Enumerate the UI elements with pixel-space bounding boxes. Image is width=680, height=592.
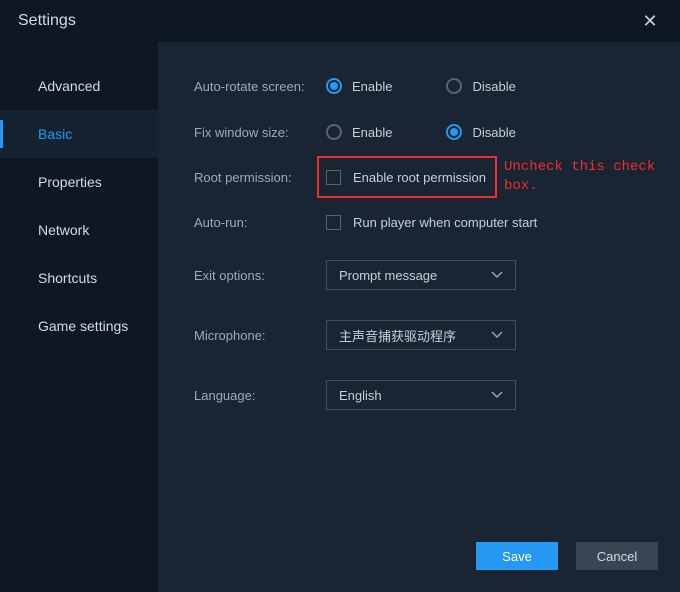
checkbox-auto-run[interactable]: Run player when computer start bbox=[326, 215, 537, 230]
row-fix-window: Fix window size: Enable Disable bbox=[194, 124, 680, 140]
close-icon: ✕ bbox=[642, 11, 657, 32]
label-auto-rotate: Auto-rotate screen: bbox=[194, 79, 326, 94]
cancel-button[interactable]: Cancel bbox=[576, 542, 658, 570]
radio-fix-window-enable[interactable]: Enable bbox=[326, 124, 392, 140]
sidebar-item-label: Network bbox=[38, 222, 89, 238]
select-microphone[interactable]: 主声音捕获驱动程序 bbox=[326, 320, 516, 350]
sidebar: Advanced Basic Properties Network Shortc… bbox=[0, 42, 158, 592]
select-value: 主声音捕获驱动程序 bbox=[339, 326, 456, 345]
titlebar: Settings ✕ bbox=[0, 0, 680, 42]
row-exit-options: Exit options: Prompt message bbox=[194, 260, 680, 290]
sidebar-item-game-settings[interactable]: Game settings bbox=[0, 302, 158, 350]
sidebar-item-label: Basic bbox=[38, 126, 72, 142]
label-root-permission: Root permission: bbox=[194, 170, 326, 185]
sidebar-item-basic[interactable]: Basic bbox=[0, 110, 158, 158]
radio-icon bbox=[326, 124, 342, 140]
checkbox-label: Enable root permission bbox=[353, 170, 486, 185]
radio-label: Disable bbox=[472, 125, 515, 140]
label-fix-window: Fix window size: bbox=[194, 125, 326, 140]
close-button[interactable]: ✕ bbox=[638, 9, 662, 33]
sidebar-item-label: Game settings bbox=[38, 318, 128, 334]
save-button[interactable]: Save bbox=[476, 542, 558, 570]
button-label: Save bbox=[502, 549, 532, 564]
row-root-permission: Root permission: Enable root permission … bbox=[194, 170, 680, 185]
footer-buttons: Save Cancel bbox=[476, 542, 658, 570]
window-title: Settings bbox=[18, 12, 76, 30]
row-auto-rotate: Auto-rotate screen: Enable Disable bbox=[194, 78, 680, 94]
checkbox-icon bbox=[326, 215, 341, 230]
radio-icon bbox=[326, 78, 342, 94]
sidebar-item-advanced[interactable]: Advanced bbox=[0, 62, 158, 110]
chevron-down-icon bbox=[491, 269, 503, 281]
label-language: Language: bbox=[194, 388, 326, 403]
row-auto-run: Auto-run: Run player when computer start bbox=[194, 215, 680, 230]
radio-group-auto-rotate: Enable Disable bbox=[326, 78, 516, 94]
radio-auto-rotate-disable[interactable]: Disable bbox=[446, 78, 515, 94]
radio-label: Enable bbox=[352, 79, 392, 94]
sidebar-item-properties[interactable]: Properties bbox=[0, 158, 158, 206]
annotation-text: Uncheck this check box. bbox=[504, 158, 674, 196]
row-language: Language: English bbox=[194, 380, 680, 410]
row-microphone: Microphone: 主声音捕获驱动程序 bbox=[194, 320, 680, 350]
sidebar-item-label: Properties bbox=[38, 174, 102, 190]
sidebar-item-shortcuts[interactable]: Shortcuts bbox=[0, 254, 158, 302]
radio-icon bbox=[446, 124, 462, 140]
chevron-down-icon bbox=[491, 389, 503, 401]
settings-pane: Auto-rotate screen: Enable Disable Fix w… bbox=[158, 42, 680, 592]
select-exit-options[interactable]: Prompt message bbox=[326, 260, 516, 290]
checkbox-icon bbox=[326, 170, 341, 185]
sidebar-item-network[interactable]: Network bbox=[0, 206, 158, 254]
label-exit-options: Exit options: bbox=[194, 268, 326, 283]
select-language[interactable]: English bbox=[326, 380, 516, 410]
sidebar-item-label: Shortcuts bbox=[38, 270, 97, 286]
checkbox-root-permission[interactable]: Enable root permission bbox=[326, 170, 486, 185]
radio-auto-rotate-enable[interactable]: Enable bbox=[326, 78, 392, 94]
radio-label: Disable bbox=[472, 79, 515, 94]
label-microphone: Microphone: bbox=[194, 328, 326, 343]
radio-label: Enable bbox=[352, 125, 392, 140]
radio-icon bbox=[446, 78, 462, 94]
radio-fix-window-disable[interactable]: Disable bbox=[446, 124, 515, 140]
radio-group-fix-window: Enable Disable bbox=[326, 124, 516, 140]
sidebar-item-label: Advanced bbox=[38, 78, 100, 94]
label-auto-run: Auto-run: bbox=[194, 215, 326, 230]
chevron-down-icon bbox=[491, 329, 503, 341]
checkbox-label: Run player when computer start bbox=[353, 215, 537, 230]
select-value: Prompt message bbox=[339, 268, 437, 283]
button-label: Cancel bbox=[597, 549, 637, 564]
select-value: English bbox=[339, 388, 382, 403]
